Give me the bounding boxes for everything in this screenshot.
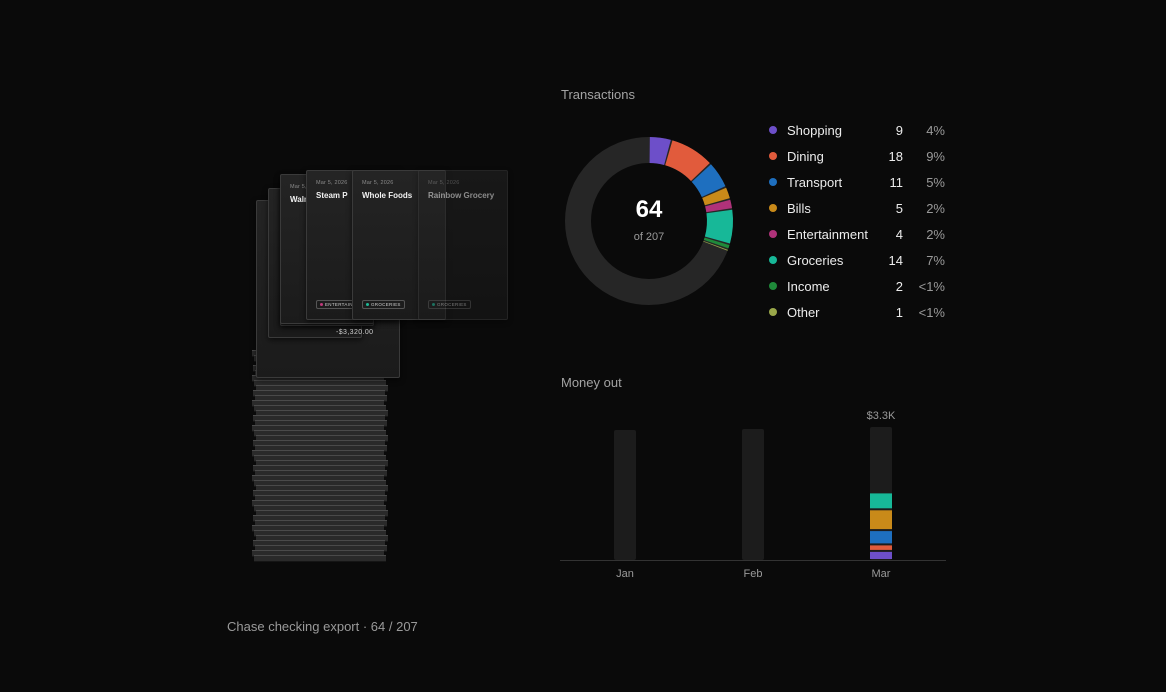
legend-percent: 4% <box>926 123 945 138</box>
bar-value-label: $3.3K <box>867 410 896 422</box>
legend-label: Dining <box>787 149 824 164</box>
legend-item-other[interactable]: Other 1 <1% <box>766 302 946 328</box>
legend-label: Transport <box>787 175 843 190</box>
card-merchant: Whole Foods <box>362 191 413 200</box>
stack-sheet <box>254 555 386 562</box>
receipt-card-stack: -$3,320.00Mar 5, 2026WalmartMar 5, 2026S… <box>230 160 520 580</box>
legend-color-dot <box>769 308 777 316</box>
legend-count: 9 <box>895 123 903 138</box>
legend-count: 1 <box>895 305 903 320</box>
legend-percent: <1% <box>918 305 945 320</box>
legend-count: 2 <box>895 279 903 294</box>
card-date: Mar 5, 2026 <box>316 180 348 186</box>
legend-count: 18 <box>888 149 903 164</box>
receipt-card[interactable]: Mar 5, 2026 Rainbow Grocery GROCERIES <box>418 170 508 320</box>
category-legend: Shopping 9 4% Dining 18 9% Transport 11 5% Bills 5… <box>766 120 946 328</box>
money-out-title: Money out <box>561 375 622 390</box>
legend-item-shopping[interactable]: Shopping 9 4% <box>766 120 946 146</box>
legend-label: Other <box>787 305 820 320</box>
legend-count: 11 <box>889 175 904 190</box>
legend-color-dot <box>769 152 777 160</box>
legend-color-dot <box>769 256 777 264</box>
legend-item-entertainment[interactable]: Entertainment 4 2% <box>766 224 946 250</box>
stack-total-amount: -$3,320.00 <box>336 329 374 336</box>
card-date: Mar 5, 2026 <box>428 180 460 186</box>
legend-color-dot <box>769 230 777 238</box>
legend-label: Entertainment <box>787 227 868 242</box>
legend-percent: 5% <box>926 175 945 190</box>
legend-item-bills[interactable]: Bills 5 2% <box>766 198 946 224</box>
tag-color-dot <box>320 303 323 307</box>
legend-label: Groceries <box>787 253 844 268</box>
legend-percent: 2% <box>926 201 945 216</box>
legend-item-dining[interactable]: Dining 18 9% <box>766 146 946 172</box>
x-tick-label: Jan <box>616 568 634 580</box>
tag-label: GROCERIES <box>437 302 467 307</box>
card-date: Mar 5, 2026 <box>362 180 394 186</box>
legend-label: Income <box>787 279 830 294</box>
bar-segment-dining[interactable] <box>870 545 892 550</box>
card-merchant: Rainbow Grocery <box>428 191 495 200</box>
x-tick-label: Feb <box>744 568 763 580</box>
legend-color-dot <box>769 204 777 212</box>
legend-percent: 2% <box>926 227 945 242</box>
donut-center-total: of 207 <box>633 231 665 243</box>
legend-color-dot <box>769 126 777 134</box>
bar-jan[interactable] <box>614 430 636 560</box>
tag-color-dot <box>366 303 369 307</box>
transactions-title: Transactions <box>561 87 635 102</box>
legend-percent: 7% <box>926 253 945 268</box>
card-category-tag: GROCERIES <box>362 300 405 309</box>
tag-color-dot <box>432 303 435 307</box>
bar-segment-transport[interactable] <box>870 531 892 544</box>
legend-percent: 9% <box>926 149 945 164</box>
legend-item-income[interactable]: Income 2 <1% <box>766 276 946 302</box>
legend-item-groceries[interactable]: Groceries 14 7% <box>766 250 946 276</box>
legend-label: Bills <box>787 201 811 216</box>
legend-label: Shopping <box>787 123 842 138</box>
legend-color-dot <box>769 178 777 186</box>
tag-label: GROCERIES <box>371 302 401 307</box>
export-caption: Chase checking export · 64 / 207 <box>227 619 418 634</box>
card-category-tag: GROCERIES <box>428 300 471 309</box>
x-tick-label: Mar <box>872 568 891 580</box>
donut-center-count: 64 <box>635 196 663 223</box>
legend-count: 4 <box>895 227 903 242</box>
legend-percent: <1% <box>918 279 945 294</box>
bar-segment-groceries[interactable] <box>870 493 892 509</box>
legend-color-dot <box>769 282 777 290</box>
bar-feb[interactable] <box>742 429 764 560</box>
card-merchant: Steam P <box>316 191 348 200</box>
money-out-bar-chart: Jan Feb Mar $3.3K <box>560 410 946 580</box>
legend-count: 5 <box>895 201 903 216</box>
bar-segment-shopping[interactable] <box>870 551 892 559</box>
bar-segment-bills[interactable] <box>870 510 892 530</box>
legend-count: 14 <box>888 253 903 268</box>
legend-item-transport[interactable]: Transport 11 5% <box>766 172 946 198</box>
